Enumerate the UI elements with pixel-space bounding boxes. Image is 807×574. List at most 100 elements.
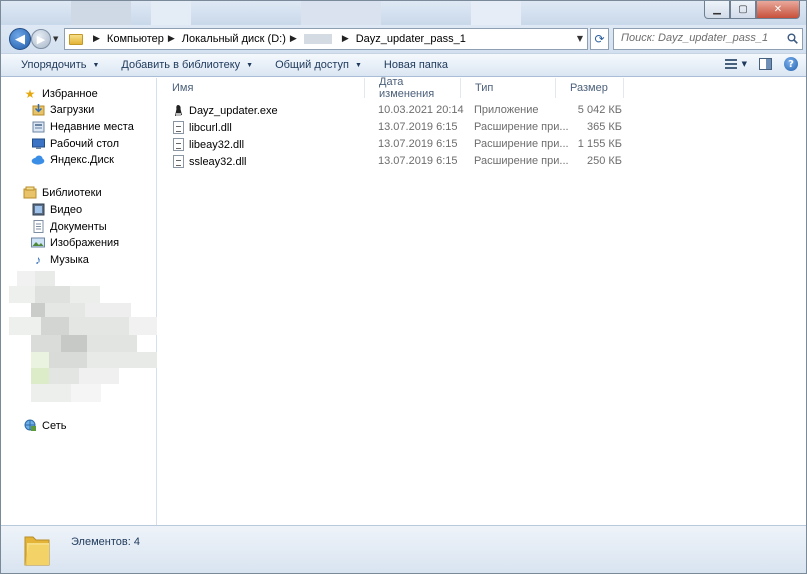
address-dropdown-icon[interactable]: ▼	[577, 34, 583, 43]
file-type: Приложение	[474, 104, 539, 116]
blurred-title-region	[471, 1, 521, 25]
share-button[interactable]: Общий доступ ▼	[265, 54, 372, 76]
refresh-button[interactable]: ⟳	[590, 28, 609, 50]
file-name-cell: libeay32.dll	[173, 138, 244, 151]
minimize-button[interactable]: ▁	[704, 1, 730, 19]
organize-button[interactable]: Упорядочить ▼	[11, 54, 109, 76]
address-bar[interactable]: ▶ Компьютер ▶ Локальный диск (D:) ▶ ▶ Da…	[64, 28, 588, 50]
exe-icon	[175, 105, 182, 116]
images-icon	[31, 236, 45, 249]
column-header-label: Имя	[172, 82, 194, 94]
sidebar-item-label: Документы	[50, 220, 107, 233]
maximize-button[interactable]: ▢	[730, 1, 756, 19]
column-header-name[interactable]: Имя	[158, 78, 365, 98]
chevron-down-icon: ▼	[246, 61, 254, 69]
change-view-button[interactable]: ▼	[724, 59, 747, 69]
sidebar-item-label: Библиотеки	[42, 186, 102, 199]
breadcrumb-current-folder[interactable]: Dayz_updater_pass_1	[356, 33, 466, 45]
column-header-date[interactable]: Дата изменения	[365, 76, 461, 100]
column-header-size[interactable]: Размер	[556, 78, 624, 98]
help-icon[interactable]: ?	[784, 57, 798, 71]
file-row[interactable]: libeay32.dll 13.07.2019 6:15 Расширение …	[158, 136, 806, 153]
sidebar-item-label: Изображения	[50, 236, 120, 249]
sidebar-item-desktop[interactable]: Рабочий стол	[31, 137, 119, 150]
file-size: 250 КБ	[586, 155, 622, 167]
search-input[interactable]: Поиск: Dayz_updater_pass_1	[613, 28, 803, 50]
sidebar-item-label: Сеть	[42, 419, 67, 432]
arrow-left-icon: ◀	[15, 31, 25, 47]
sidebar-item-label: Загрузки	[50, 103, 95, 116]
column-header-type[interactable]: Тип	[461, 78, 556, 98]
share-label: Общий доступ	[275, 59, 349, 71]
file-name: libcurl.dll	[189, 121, 232, 134]
file-name-cell: libcurl.dll	[173, 121, 232, 134]
dll-icon	[173, 121, 184, 134]
folder-icon	[24, 536, 50, 566]
breadcrumb-computer[interactable]: Компьютер	[107, 33, 164, 45]
sidebar-item-network[interactable]: Сеть	[23, 419, 66, 432]
sidebar-item-libraries[interactable]: Библиотеки	[23, 186, 102, 199]
details-pane: Элементов: 4	[1, 525, 806, 573]
file-date: 13.07.2019 6:15	[378, 155, 458, 167]
sidebar-item-documents[interactable]: Документы	[31, 220, 107, 233]
sidebar-item-favorites[interactable]: ★ Избранное	[23, 86, 98, 101]
sidebar-item-images[interactable]: Изображения	[31, 236, 119, 249]
add-to-library-button[interactable]: Добавить в библиотеку ▼	[111, 54, 263, 76]
sidebar-item-music[interactable]: ♪ Музыка	[31, 252, 89, 267]
sidebar-item-downloads[interactable]: Загрузки	[31, 103, 94, 116]
sidebar-item-recent-places[interactable]: Недавние места	[31, 120, 134, 133]
preview-pane-icon[interactable]	[759, 58, 772, 70]
file-row[interactable]: libcurl.dll 13.07.2019 6:15 Расширение п…	[158, 119, 806, 136]
back-button[interactable]: ◀	[9, 28, 31, 50]
file-type: Расширение при...	[474, 155, 569, 167]
redacted-region	[9, 271, 157, 404]
command-bar: Упорядочить ▼ Добавить в библиотеку ▼ Об…	[1, 53, 806, 77]
sidebar-item-video[interactable]: Видео	[31, 203, 82, 216]
file-name: ssleay32.dll	[189, 155, 247, 168]
arrow-right-icon: ▶	[36, 32, 46, 46]
explorer-window: ▁ ▢ ✕ ◀ ▶ ▼ ▶ Компьютер ▶ Локальный диск…	[0, 0, 807, 574]
new-folder-button[interactable]: Новая папка	[374, 54, 458, 76]
chevron-down-icon: ▼	[92, 61, 100, 69]
forward-button[interactable]: ▶	[31, 29, 51, 49]
file-type: Расширение при...	[474, 121, 569, 133]
star-icon: ★	[24, 86, 36, 101]
chevron-right-icon[interactable]: ▶	[342, 34, 349, 44]
file-name: libeay32.dll	[189, 138, 245, 151]
downloads-icon	[31, 103, 45, 116]
desktop-icon	[31, 137, 45, 150]
view-controls: ▼ ?	[724, 57, 798, 71]
organize-label: Упорядочить	[21, 59, 87, 71]
search-placeholder: Поиск: Dayz_updater_pass_1	[621, 32, 769, 44]
sidebar-item-yandex-disk[interactable]: Яндекс.Диск	[31, 153, 114, 166]
folder-icon	[69, 33, 83, 45]
chevron-right-icon[interactable]: ▶	[93, 34, 100, 44]
navigation-pane: ★ Избранное Загрузки Недавние места Рабо…	[1, 78, 157, 525]
file-row[interactable]: ssleay32.dll 13.07.2019 6:15 Расширение …	[158, 153, 806, 170]
dll-icon	[173, 138, 184, 151]
file-name: Dayz_updater.exe	[189, 104, 278, 117]
blurred-breadcrumb	[303, 34, 332, 44]
file-type: Расширение при...	[474, 138, 569, 150]
chevron-right-icon[interactable]: ▶	[168, 34, 175, 44]
sidebar-item-label: Яндекс.Диск	[50, 153, 114, 166]
chevron-down-icon: ▼	[354, 61, 362, 69]
file-row[interactable]: Dayz_updater.exe 10.03.2021 20:14 Прилож…	[158, 102, 806, 119]
blurred-title-region	[301, 1, 381, 25]
music-note-icon: ♪	[35, 252, 41, 267]
file-date: 13.07.2019 6:15	[378, 121, 458, 133]
recent-places-icon	[31, 120, 45, 133]
breadcrumb-local-disk[interactable]: Локальный диск (D:)	[182, 33, 286, 45]
refresh-icon: ⟳	[594, 32, 605, 46]
sidebar-item-label: Музыка	[50, 253, 89, 266]
video-icon	[31, 203, 45, 216]
column-header-label: Размер	[570, 82, 608, 94]
title-bar[interactable]: ▁ ▢ ✕	[1, 1, 806, 25]
item-count: Элементов: 4	[71, 536, 140, 548]
chevron-right-icon[interactable]: ▶	[290, 34, 297, 44]
search-icon[interactable]	[787, 33, 798, 44]
recent-pages-dropdown[interactable]: ▼	[53, 35, 58, 43]
close-button[interactable]: ✕	[756, 1, 800, 19]
sidebar-item-label: Рабочий стол	[50, 137, 120, 150]
sidebar-item-label: Видео	[50, 203, 83, 216]
